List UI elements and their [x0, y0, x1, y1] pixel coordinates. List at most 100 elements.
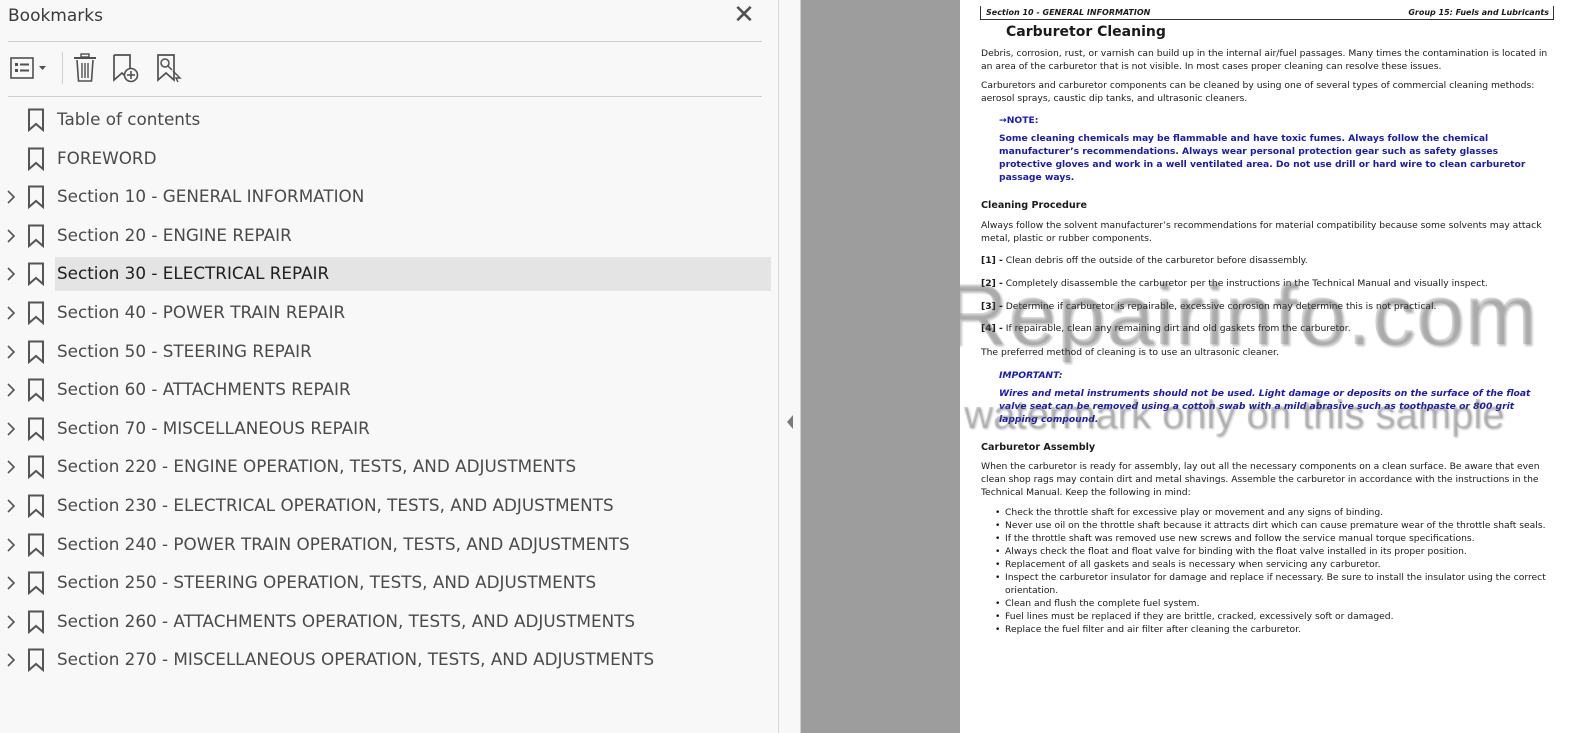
chevron-right-icon[interactable]	[4, 573, 18, 593]
bookmark-item[interactable]: Section 240 - POWER TRAIN OPERATION, TES…	[0, 526, 779, 564]
checklist-item: Never use oil on the throttle shaft beca…	[995, 519, 1565, 532]
bookmarks-title: Bookmarks	[8, 6, 103, 26]
bookmark-icon	[28, 571, 44, 596]
step-number: [2] -	[981, 278, 1003, 289]
bookmarks-panel: Bookmarks ✕ Table of contents FOREWORD S…	[0, 0, 779, 733]
bookmark-item[interactable]: Section 260 - ATTACHMENTS OPERATION, TES…	[0, 603, 779, 641]
bookmark-label: Section 10 - GENERAL INFORMATION	[57, 186, 365, 207]
bookmark-icon	[28, 610, 44, 634]
step-number: [1] -	[981, 255, 1003, 266]
bookmark-label: Section 60 - ATTACHMENTS REPAIR	[57, 379, 351, 400]
toolbar-separator	[62, 52, 63, 84]
bookmark-icon	[28, 262, 44, 287]
checklist-item: Inspect the carburetor insulator for dam…	[995, 571, 1565, 597]
bookmark-icon	[28, 533, 44, 557]
bookmark-label: Section 40 - POWER TRAIN REPAIR	[57, 302, 346, 322]
bookmark-item[interactable]: Section 10 - GENERAL INFORMATION	[0, 178, 779, 216]
bookmark-icon	[28, 378, 44, 403]
bookmark-item[interactable]: Section 220 - ENGINE OPERATION, TESTS, A…	[0, 448, 779, 486]
step-3: [3] - Determine if carburetor is repaira…	[981, 300, 1561, 313]
chevron-right-icon[interactable]	[4, 380, 18, 400]
note-text: Some cleaning chemicals may be flammable…	[999, 133, 1526, 183]
intro-paragraph-2: Carburetors and carburetor components ca…	[981, 80, 1535, 104]
header-section: Section 10 - GENERAL INFORMATION	[986, 8, 1151, 17]
page-header: Section 10 - GENERAL INFORMATION Group 1…	[980, 6, 1554, 20]
bookmark-item[interactable]: Section 270 - MISCELLANEOUS OPERATION, T…	[0, 641, 779, 679]
bookmark-icon	[28, 494, 44, 518]
add-bookmark-icon[interactable]	[108, 48, 142, 88]
step-text: Completely disassemble the carburetor pe…	[1002, 278, 1488, 289]
bookmark-item[interactable]: Section 50 - STEERING REPAIR	[0, 333, 779, 371]
bookmark-icon	[28, 224, 44, 248]
bookmark-label: Section 20 - ENGINE REPAIR	[57, 224, 292, 245]
chevron-right-icon[interactable]	[4, 226, 18, 246]
checklist-item: Replacement of all gaskets and seals is …	[995, 558, 1565, 571]
bookmark-item[interactable]: FOREWORD	[0, 140, 779, 178]
trash-icon[interactable]	[70, 48, 100, 88]
procedure-heading: Cleaning Procedure	[981, 200, 1087, 211]
checklist-item: Check the throttle shaft for excessive p…	[995, 506, 1565, 519]
note-label: →NOTE:	[999, 115, 1039, 126]
bookmark-label: Section 270 - MISCELLANEOUS OPERATION, T…	[57, 649, 655, 670]
chevron-right-icon[interactable]	[4, 187, 18, 207]
bookmark-item[interactable]: Section 250 - STEERING OPERATION, TESTS,…	[0, 564, 779, 602]
intro-paragraph-1: Debris, corrosion, rust, or varnish can …	[981, 48, 1548, 72]
bookmark-item[interactable]: Section 60 - ATTACHMENTS REPAIR	[0, 371, 779, 409]
bookmark-label: Section 50 - STEERING REPAIR	[57, 340, 312, 361]
bookmark-item[interactable]: Table of contents	[0, 101, 779, 139]
header-group: Group 15: Fuels and Lubricants	[1408, 8, 1549, 17]
bookmark-label: Section 250 - STEERING OPERATION, TESTS,…	[57, 572, 597, 593]
step-number: [4] -	[981, 323, 1003, 334]
chevron-right-icon[interactable]	[4, 650, 18, 670]
close-icon[interactable]: ✕	[732, 2, 756, 28]
step-text: If repairable, clean any remaining dirt …	[1002, 323, 1351, 334]
find-bookmark-icon[interactable]	[152, 48, 186, 88]
step-2: [2] - Completely disassemble the carbure…	[981, 277, 1561, 290]
bookmark-icon	[28, 455, 44, 480]
assembly-heading: Carburetor Assembly	[981, 442, 1096, 453]
chevron-right-icon[interactable]	[4, 303, 18, 323]
bookmark-icon	[28, 108, 44, 132]
bookmark-item[interactable]: Section 70 - MISCELLANEOUS REPAIR	[0, 410, 779, 448]
chevron-right-icon[interactable]	[4, 342, 18, 362]
bookmark-item[interactable]: Section 30 - ELECTRICAL REPAIR	[0, 255, 779, 293]
important-text: Wires and metal instruments should not b…	[999, 388, 1531, 425]
step-text: Determine if carburetor is repairable, e…	[1002, 301, 1437, 312]
chevron-right-icon[interactable]	[4, 612, 18, 632]
chevron-right-icon[interactable]	[4, 264, 18, 284]
panel-splitter[interactable]	[779, 0, 801, 733]
checklist-item: Always check the float and float valve f…	[995, 545, 1565, 558]
chevron-right-icon[interactable]	[4, 457, 18, 477]
procedure-intro: Always follow the solvent manufacturer’s…	[981, 220, 1542, 244]
chevron-right-icon[interactable]	[4, 419, 18, 439]
important-label: IMPORTANT:	[999, 370, 1063, 381]
bookmark-item[interactable]: Section 20 - ENGINE REPAIR	[0, 217, 779, 255]
bookmark-label: FOREWORD	[57, 147, 157, 168]
divider	[8, 96, 762, 97]
assembly-checklist: Check the throttle shaft for excessive p…	[995, 506, 1565, 636]
bookmark-label: Section 220 - ENGINE OPERATION, TESTS, A…	[57, 456, 577, 477]
preferred-method: The preferred method of cleaning is to u…	[981, 347, 1279, 358]
bookmark-icon	[28, 301, 44, 325]
chevron-right-icon[interactable]	[4, 496, 18, 516]
checklist-item: Replace the fuel filter and air filter a…	[995, 623, 1565, 636]
bookmark-icon	[28, 340, 44, 364]
step-text: Clean debris off the outside of the carb…	[1002, 255, 1308, 266]
collapse-panel-arrow-icon[interactable]	[785, 412, 795, 432]
bookmark-label: Section 240 - POWER TRAIN OPERATION, TES…	[57, 533, 630, 554]
checklist-item: Fuel lines must be replaced if they are …	[995, 610, 1565, 623]
bookmark-item[interactable]: Section 230 - ELECTRICAL OPERATION, TEST…	[0, 487, 779, 525]
checklist-item: If the throttle shaft was removed use ne…	[995, 532, 1565, 545]
bookmark-icon	[28, 648, 44, 673]
list-options-icon[interactable]	[6, 48, 52, 88]
bookmark-icon	[28, 417, 44, 441]
bookmark-icon	[28, 147, 44, 171]
bookmark-item[interactable]: Section 40 - POWER TRAIN REPAIR	[0, 294, 779, 332]
assembly-intro: When the carburetor is ready for assembl…	[981, 461, 1540, 498]
bookmarks-toolbar	[0, 48, 770, 88]
chevron-right-icon[interactable]	[4, 535, 18, 555]
document-page: Section 10 - GENERAL INFORMATION Group 1…	[960, 0, 1588, 733]
step-number: [3] -	[981, 301, 1003, 312]
divider	[8, 41, 762, 42]
step-4: [4] - If repairable, clean any remaining…	[981, 322, 1561, 335]
